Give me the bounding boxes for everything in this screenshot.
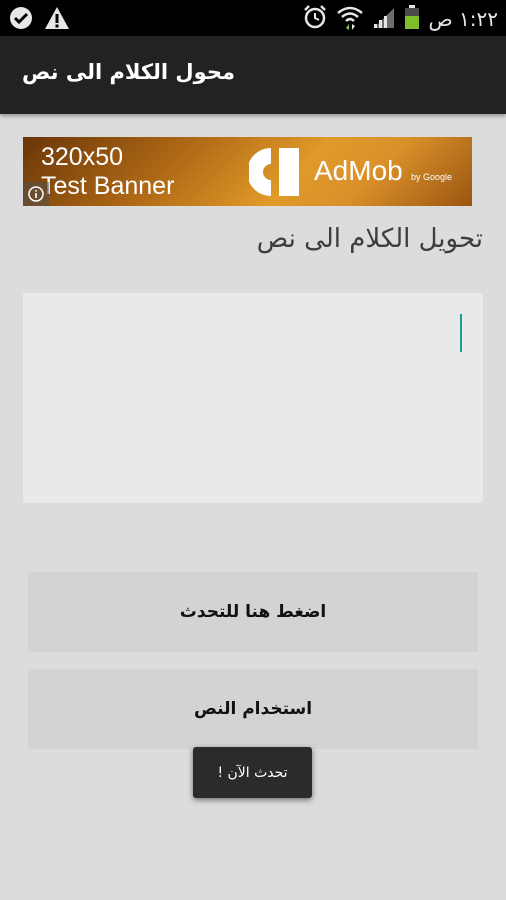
speech-text-area[interactable] [23,293,483,503]
wifi-icon [336,4,364,34]
text-cursor [460,314,462,352]
use-text-button[interactable]: استخدام النص [28,669,478,749]
warning-icon [44,5,70,35]
alarm-icon [302,4,328,34]
action-bar: محول الكلام الى نص [0,36,506,114]
toast-message: تحدث الآن ! [193,747,312,798]
ad-size-label: 320x50 [41,143,124,171]
admob-logo-icon [247,146,305,202]
signal-icon [372,4,396,34]
info-icon[interactable] [23,182,49,206]
status-bar: ١:٢٢ ص [0,0,506,36]
status-clock: ١:٢٢ ص [428,7,498,31]
ad-by-google: by Google [411,172,453,182]
battery-icon [404,4,420,34]
ad-banner[interactable]: 320x50 Test Banner AdMob by Google [23,137,472,206]
check-shield-icon [8,5,34,35]
admob-brand: AdMob [314,155,403,186]
app-title: محول الكلام الى نص [22,60,235,84]
ad-banner-text: Test Banner [41,172,175,200]
speak-button[interactable]: اضغط هنا للتحدث [28,572,478,652]
page-heading: تحويل الكلام الى نص [256,224,483,254]
